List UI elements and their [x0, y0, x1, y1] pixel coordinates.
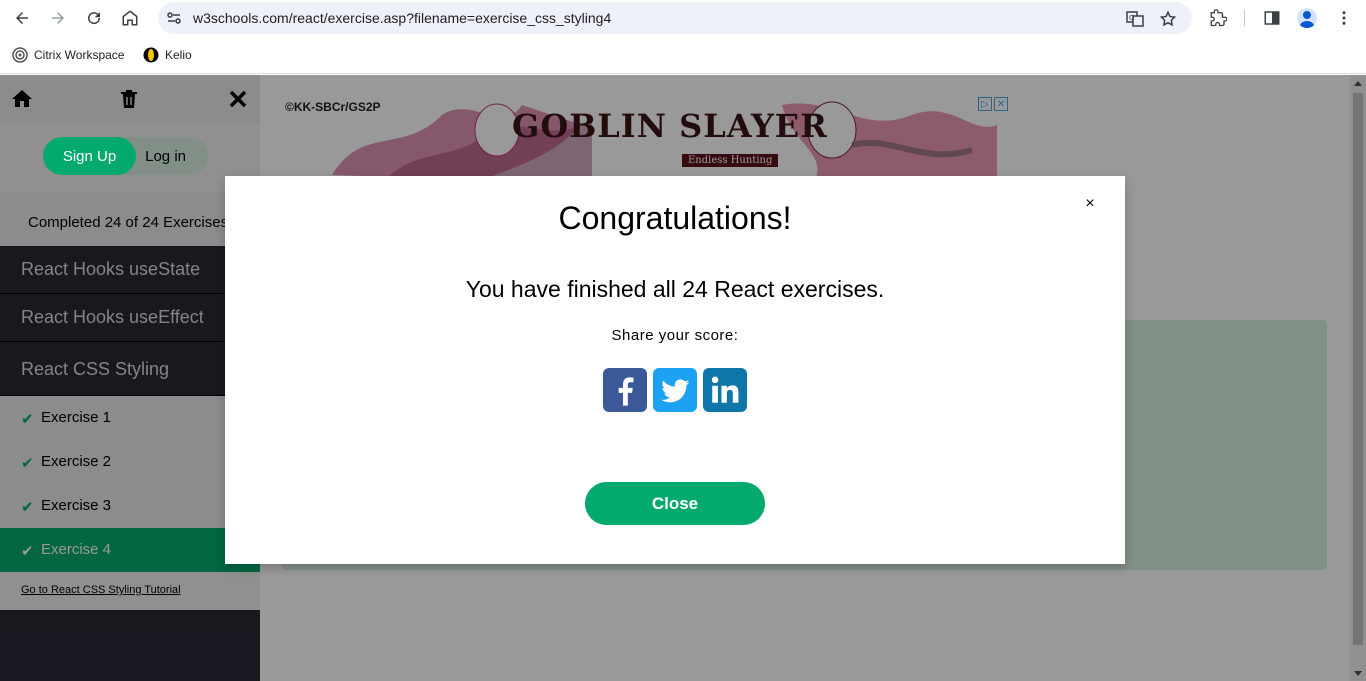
bookmark-kelio[interactable]: Kelio — [143, 47, 192, 63]
facebook-icon — [618, 377, 634, 406]
home-button[interactable] — [118, 6, 142, 30]
bookmark-label: Citrix Workspace — [34, 48, 125, 62]
bookmark-citrix[interactable]: Citrix Workspace — [12, 47, 124, 63]
share-label: Share your score: — [611, 327, 739, 344]
citrix-icon — [12, 47, 28, 63]
address-bar[interactable]: w3schools.com/react/exercise.asp?filenam… — [158, 2, 1192, 34]
toolbar-divider — [1244, 10, 1245, 26]
bookmark-label: Kelio — [165, 48, 192, 62]
arrow-right-icon — [52, 12, 64, 24]
modal-title: Congratulations! — [558, 200, 792, 236]
bookmark-star-icon[interactable] — [1159, 10, 1177, 28]
browser-toolbar: w3schools.com/react/exercise.asp?filenam… — [0, 0, 1366, 36]
home-icon — [122, 10, 138, 26]
reload-button[interactable] — [82, 6, 106, 30]
modal-message: You have finished all 24 React exercises… — [465, 276, 885, 302]
linkedin-icon — [711, 376, 739, 403]
kelio-icon — [143, 47, 159, 63]
bookmarks-bar: Citrix Workspace Kelio — [0, 36, 1366, 74]
translate-icon[interactable]: G — [1126, 10, 1144, 28]
facebook-share-button[interactable] — [603, 368, 647, 412]
site-info-icon[interactable] — [166, 10, 182, 26]
url-text: w3schools.com/react/exercise.asp?filenam… — [193, 10, 612, 26]
side-panel-icon[interactable] — [1263, 9, 1281, 27]
person-icon — [1300, 11, 1314, 28]
signup-button[interactable]: Sign Up — [43, 137, 136, 175]
svg-text:G: G — [1129, 14, 1134, 22]
profile-avatar[interactable] — [1297, 8, 1317, 28]
twitter-share-button[interactable] — [653, 368, 697, 412]
twitter-icon — [661, 379, 690, 403]
linkedin-share-button[interactable] — [703, 368, 747, 412]
extensions-icon[interactable] — [1209, 9, 1227, 27]
reload-icon — [88, 12, 101, 25]
congratulations-modal: × Congratulations! You have finished all… — [225, 176, 1125, 564]
back-button[interactable] — [10, 6, 34, 30]
close-button[interactable]: Close — [585, 482, 765, 525]
arrow-left-icon — [16, 12, 28, 24]
forward-button[interactable] — [46, 6, 70, 30]
kebab-menu-icon[interactable] — [1335, 9, 1353, 27]
